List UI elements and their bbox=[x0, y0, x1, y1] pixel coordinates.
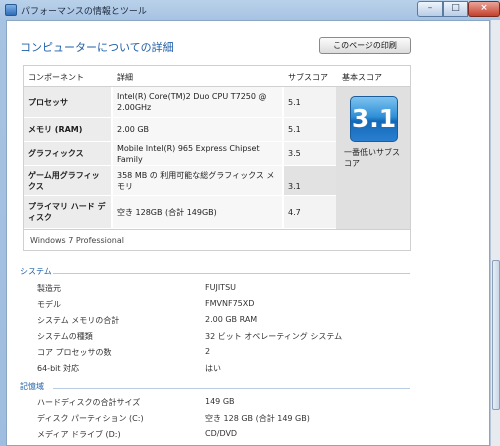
system-label-manufacturer: 製造元 bbox=[37, 284, 61, 293]
table-row: ゲーム用グラフィックス 358 MB の 利用可能な総グラフィックス メモリ 3… bbox=[24, 166, 336, 196]
storage-label-total: ハードディスクの合計サイズ bbox=[37, 398, 141, 407]
title-bar[interactable]: パフォーマンスの情報とツール – □ × bbox=[0, 0, 500, 20]
table-row: プロセッサ Intel(R) Core(TM)2 Duo CPU T7250 @… bbox=[24, 87, 336, 118]
system-label-cores: コア プロセッサの数 bbox=[37, 348, 112, 357]
performance-app-icon bbox=[5, 4, 17, 16]
system-label-model: モデル bbox=[37, 300, 61, 309]
system-value-64bit: はい bbox=[205, 364, 221, 373]
os-edition: Windows 7 Professional bbox=[30, 236, 124, 245]
component-subscore: 5.1 bbox=[284, 118, 336, 141]
column-header-subscore: サブスコア bbox=[288, 73, 328, 82]
score-table: コンポーネント 詳細 サブスコア 基本スコア プロセッサ Intel(R) Co… bbox=[23, 65, 411, 251]
system-value-manufacturer: FUJITSU bbox=[205, 283, 236, 292]
system-label-memory: システム メモリの合計 bbox=[37, 316, 120, 325]
column-header-base-score: 基本スコア bbox=[342, 73, 382, 82]
column-header-detail: 詳細 bbox=[117, 73, 133, 82]
os-edition-row: Windows 7 Professional bbox=[24, 229, 410, 250]
system-value-type: 32 ビット オペレーティング システム bbox=[205, 332, 343, 341]
table-row: メモリ (RAM) 2.00 GB 5.1 bbox=[24, 118, 336, 142]
component-detail: 358 MB の 利用可能な総グラフィックス メモリ bbox=[113, 166, 283, 195]
system-value-cores: 2 bbox=[205, 347, 211, 356]
component-name: メモリ (RAM) bbox=[24, 118, 112, 141]
system-label-type: システムの種類 bbox=[37, 332, 93, 341]
component-detail: 2.00 GB bbox=[113, 118, 283, 141]
section-title-storage: 記憶域 bbox=[20, 382, 44, 391]
scrollbar-thumb[interactable] bbox=[492, 260, 500, 410]
component-subscore: 3.1 bbox=[284, 166, 336, 195]
table-header: コンポーネント 詳細 サブスコア 基本スコア bbox=[24, 66, 410, 87]
table-row: グラフィックス Mobile Intel(R) 965 Express Chip… bbox=[24, 142, 336, 166]
storage-value-media: CD/DVD bbox=[205, 429, 238, 438]
system-label-64bit: 64-bit 対応 bbox=[37, 364, 80, 373]
storage-value-total: 149 GB bbox=[205, 397, 235, 406]
section-title-system: システム bbox=[20, 267, 52, 276]
section-divider bbox=[53, 273, 410, 274]
storage-value-partition: 空き 128 GB (合計 149 GB) bbox=[205, 414, 310, 423]
column-header-component: コンポーネント bbox=[28, 73, 84, 82]
storage-label-partition: ディスク パーティション (C:) bbox=[37, 414, 144, 423]
storage-label-media: メディア ドライブ (D:) bbox=[37, 430, 121, 439]
page-title: コンピューターについての詳細 bbox=[20, 41, 174, 54]
component-name: ゲーム用グラフィックス bbox=[24, 166, 112, 195]
component-name: プロセッサ bbox=[24, 87, 112, 117]
base-score-cell: 3.1 一番低いサブスコア bbox=[336, 87, 410, 229]
component-name: グラフィックス bbox=[24, 142, 112, 165]
vertical-scrollbar[interactable] bbox=[490, 20, 500, 446]
base-score-caption: 一番低いサブスコア bbox=[344, 148, 400, 168]
component-detail: Intel(R) Core(TM)2 Duo CPU T7250 @ 2.00G… bbox=[113, 87, 283, 117]
base-score-badge: 3.1 bbox=[350, 96, 398, 142]
system-value-model: FMVNF75XD bbox=[205, 299, 255, 308]
component-detail: 空き 128GB (合計 149GB) bbox=[113, 196, 283, 228]
component-subscore: 5.1 bbox=[284, 87, 336, 117]
system-value-memory: 2.00 GB RAM bbox=[205, 315, 258, 324]
content-pane: コンピューターについての詳細 このページの印刷 コンポーネント 詳細 サブスコア… bbox=[6, 20, 490, 446]
component-subscore: 4.7 bbox=[284, 196, 336, 228]
section-divider bbox=[53, 388, 410, 389]
component-name: プライマリ ハード ディスク bbox=[24, 196, 112, 228]
close-button[interactable]: × bbox=[468, 1, 500, 17]
maximize-button[interactable]: □ bbox=[443, 1, 468, 17]
minimize-button[interactable]: – bbox=[417, 1, 443, 17]
print-page-button[interactable]: このページの印刷 bbox=[319, 37, 411, 54]
component-subscore: 3.5 bbox=[284, 142, 336, 165]
table-row: プライマリ ハード ディスク 空き 128GB (合計 149GB) 4.7 bbox=[24, 196, 336, 229]
component-detail: Mobile Intel(R) 965 Express Chipset Fami… bbox=[113, 142, 283, 165]
window-title: パフォーマンスの情報とツール bbox=[21, 7, 147, 17]
